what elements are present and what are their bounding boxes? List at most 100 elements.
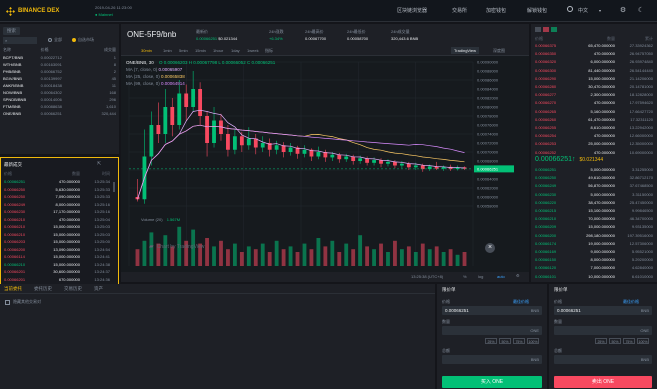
nav-wallet[interactable]: 加密钱包 (486, 7, 506, 14)
market-search-input[interactable]: ⌕ (3, 37, 37, 44)
market-search-pill[interactable]: 搜索 (3, 27, 20, 35)
tradingview-tab[interactable]: TradingView (451, 47, 480, 54)
ask-row[interactable]: 0.00066280 30,470.000000 20.14781000 (535, 84, 655, 91)
brand-logo[interactable]: BINANCE DEX (6, 5, 59, 17)
ask-row[interactable]: 0.00066290 15,000.000000 21.14206000 (535, 76, 655, 83)
interval-15min[interactable]: 15min (195, 48, 206, 53)
scale-percent[interactable]: % (463, 274, 467, 279)
hide-pairs-toggle[interactable]: 隐藏其他交易对 (5, 299, 41, 305)
bid-row[interactable]: 0.00066249 56,870.000000 37.67468500 (535, 183, 655, 190)
ask-row[interactable]: 0.00066300 81,440.000000 26.54144440 (535, 68, 655, 75)
scale-log[interactable]: log (478, 274, 483, 279)
buy-price-input[interactable] (442, 306, 542, 315)
sell-amount-input[interactable] (554, 326, 652, 335)
ask-row[interactable]: 0.00066265 5,160.000000 17.66427720 (535, 109, 655, 116)
interval-1day[interactable]: 1day (231, 48, 240, 53)
scale-auto[interactable]: auto (497, 274, 505, 279)
nav-unlock-wallet[interactable]: 解锁钱包 (527, 7, 547, 14)
ask-row[interactable]: 0.00066260 61,470.000000 17.32311120 (535, 117, 655, 124)
buy-pct-25[interactable]: 25% (485, 338, 497, 344)
bid-row[interactable]: 0.00066169 9,000.000000 5.95521000 (535, 249, 655, 256)
both-sides-icon[interactable] (535, 27, 541, 32)
buy-pct-75[interactable]: 75% (513, 338, 525, 344)
ask-row[interactable]: 0.00066277 2,300.000000 18.12828000 (535, 92, 655, 99)
interval-1min[interactable]: 1min (163, 48, 172, 53)
sell-price-input[interactable] (554, 306, 652, 315)
ask-row[interactable]: 0.00066255 8,610.000000 13.22942000 (535, 125, 655, 132)
tab-trade-history[interactable]: 交易历史 (64, 286, 82, 292)
bid-row[interactable]: 0.00066174 19,000.000000 12.57306000 (535, 241, 655, 248)
sell-best-price-link[interactable]: 最佳价格 (623, 299, 639, 305)
bid-row[interactable]: 0.00066150 8,000.000000 5.29200000 (535, 257, 655, 264)
ask-row[interactable]: 0.00066254 470.000000 12.66000000 (535, 133, 655, 140)
globe-icon[interactable] (567, 6, 573, 12)
bid-row[interactable]: 0.00066101 10,000.000000 6.61010000 (535, 274, 655, 281)
ask-row[interactable]: 0.00066270 470.000000 17.97594620 (535, 100, 655, 107)
bid-row[interactable]: 0.00066215 15,100.000000 9.99846500 (535, 208, 655, 215)
buy-total-field[interactable]: BNB (442, 355, 542, 364)
settings-icon[interactable]: ⚙ (516, 273, 520, 278)
expand-icon[interactable]: ⇱ (97, 161, 101, 167)
sell-total-input[interactable] (554, 355, 652, 364)
market-row[interactable]: BGIV/BNB 0.00139997 45 (3, 76, 116, 83)
sell-total-field[interactable]: BNB (554, 355, 652, 364)
tab-balances[interactable]: 资产 (94, 286, 103, 292)
theme-icon[interactable]: ☾ (637, 6, 645, 14)
bids-only-icon[interactable] (551, 27, 557, 32)
bid-row[interactable]: 0.00066251 5,000.000000 3.31255000 (535, 167, 655, 174)
sell-order-type[interactable]: 限价单 (554, 287, 568, 293)
sell-price-field[interactable]: BNB (554, 306, 652, 315)
nav-exchange[interactable]: 交易所 (452, 7, 467, 14)
buy-best-price-link[interactable]: 最佳价格 (513, 299, 529, 305)
bid-row[interactable]: 0.00066220 38,470.000000 25.47450000 (535, 200, 655, 207)
bid-row[interactable]: 0.00066250 49,610.000000 32.86712170 (535, 175, 655, 182)
nav-explorer[interactable]: 区块链浏览器 (397, 7, 427, 14)
asks-only-icon[interactable] (543, 27, 549, 32)
chart-close-icon[interactable]: × (485, 243, 495, 253)
interval-1week[interactable]: 1week (247, 48, 259, 53)
price-chart[interactable]: 30min 1min 5min 15min 1hour 1day 1week 指… (121, 46, 529, 282)
buy-pct-50[interactable]: 50% (499, 338, 511, 344)
settings-icon[interactable]: ⚙ (619, 6, 627, 14)
buy-total-input[interactable] (442, 355, 542, 364)
bid-row[interactable]: 0.00066230 5,000.000000 3.31150000 (535, 192, 655, 199)
language-select[interactable]: 中文 (578, 7, 588, 14)
buy-amount-field[interactable]: ONE (442, 326, 542, 335)
ask-row[interactable]: 0.00066350 470.000000 26.94757050 (535, 51, 655, 58)
market-row[interactable]: NOW/BNB 0.00064302 168 (3, 90, 116, 97)
buy-pct-100[interactable]: 100% (527, 338, 539, 344)
market-row[interactable]: WTH/BNB 0.00163091 8 (3, 62, 116, 69)
ask-row[interactable]: 0.00066253 25,000.000000 12.35000000 (535, 141, 655, 148)
indicators-button[interactable]: 指标 (265, 48, 273, 54)
market-row[interactable]: PHB/BNB 0.00066752 2 (3, 69, 116, 76)
tab-order-history[interactable]: 委托历史 (34, 286, 52, 292)
bid-row[interactable]: 0.00066209 15,000.000000 9.93135000 (535, 224, 655, 231)
market-row[interactable]: ANKR/BNB 0.00018438 11 (3, 83, 116, 90)
buy-button[interactable]: 买入 ONE (442, 376, 542, 388)
buy-price-field[interactable]: BNB (442, 306, 542, 315)
sell-amount-field[interactable]: ONE (554, 326, 652, 335)
buy-amount-input[interactable] (442, 326, 542, 335)
market-row[interactable]: ONE/BNB 0.00066251 320,444 (3, 111, 116, 118)
tab-favorites[interactable]: 自选市场 (72, 37, 94, 43)
sell-button[interactable]: 卖出 ONE (554, 376, 652, 388)
bid-row[interactable]: 0.00066210 70,000.000000 46.34700000 (535, 216, 655, 223)
trades-scrollbar[interactable] (113, 182, 115, 192)
bid-row[interactable]: 0.00066120 7,000.000000 4.62840000 (535, 265, 655, 272)
sell-pct-75[interactable]: 75% (623, 338, 635, 344)
buy-order-type[interactable]: 限价单 (442, 287, 456, 293)
interval-5min[interactable]: 5min (179, 48, 188, 53)
sell-pct-100[interactable]: 100% (637, 338, 649, 344)
tab-all-markets[interactable]: 全部 (48, 37, 62, 43)
ask-row[interactable]: 0.00066375 65,470.000000 27.33924362 (535, 43, 655, 50)
sell-pct-50[interactable]: 50% (609, 338, 621, 344)
interval-1hour[interactable]: 1hour (213, 48, 223, 53)
market-row[interactable]: BCPT/BNB 0.00022712 1 (3, 55, 116, 62)
tab-open-orders[interactable]: 当前委托 (4, 286, 22, 292)
bid-row[interactable]: 0.00066200 298,180.000000 197.39516000 (535, 233, 655, 240)
sell-pct-25[interactable]: 25% (595, 338, 607, 344)
market-row[interactable]: SPNDB/BNB 0.00014006 296 (3, 97, 116, 104)
ask-row[interactable]: 0.00066320 6,000.000000 26.93974840 (535, 59, 655, 66)
interval-30min[interactable]: 30min (141, 48, 152, 53)
depth-chart-tab[interactable]: 深度图 (493, 48, 505, 54)
